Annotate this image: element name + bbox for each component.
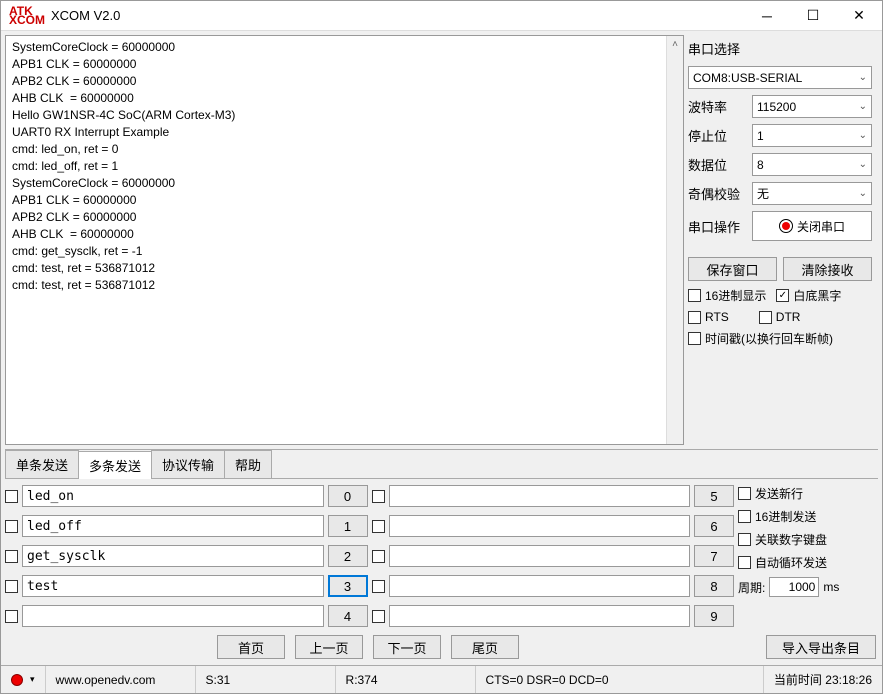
send-slot-button-2[interactable]: 2 bbox=[328, 545, 368, 567]
baud-select[interactable]: 115200⌄ bbox=[752, 95, 872, 118]
record-status-icon bbox=[11, 674, 23, 686]
serial-section-title: 串口选择 bbox=[688, 39, 872, 58]
tab-multi-send[interactable]: 多条发送 bbox=[78, 451, 152, 479]
send-slot-button-3[interactable]: 3 bbox=[328, 575, 368, 597]
send-row-checkbox[interactable] bbox=[372, 550, 385, 563]
save-window-button[interactable]: 保存窗口 bbox=[688, 257, 777, 281]
scroll-up-icon[interactable]: ˄ bbox=[667, 36, 683, 53]
send-slot-button-8[interactable]: 8 bbox=[694, 575, 734, 597]
minimize-button[interactable]: ─ bbox=[744, 1, 790, 31]
send-text-input[interactable] bbox=[22, 545, 324, 567]
send-row-checkbox[interactable] bbox=[372, 580, 385, 593]
send-slot-button-4[interactable]: 4 bbox=[328, 605, 368, 627]
tab-single-send[interactable]: 单条发送 bbox=[5, 450, 79, 478]
terminal-output[interactable]: SystemCoreClock = 60000000 APB1 CLK = 60… bbox=[5, 35, 684, 445]
maximize-button[interactable]: ☐ bbox=[790, 1, 836, 31]
period-label: 周期: bbox=[738, 579, 765, 596]
data-label: 数据位 bbox=[688, 155, 744, 174]
period-input[interactable] bbox=[769, 577, 819, 597]
record-icon bbox=[779, 219, 793, 233]
send-text-input[interactable] bbox=[389, 605, 691, 627]
send-slot-button-5[interactable]: 5 bbox=[694, 485, 734, 507]
timestamp-checkbox[interactable] bbox=[688, 332, 701, 345]
app-logo: ATKXCOM bbox=[9, 7, 45, 25]
send-row-checkbox[interactable] bbox=[5, 490, 18, 503]
send-slot-button-9[interactable]: 9 bbox=[694, 605, 734, 627]
chevron-down-icon: ⌄ bbox=[859, 72, 867, 83]
tab-protocol[interactable]: 协议传输 bbox=[151, 450, 225, 478]
status-sent: S:31 bbox=[196, 666, 336, 693]
send-text-input[interactable] bbox=[22, 605, 324, 627]
toggle-port-button[interactable]: 关闭串口 bbox=[752, 211, 872, 241]
send-text-input[interactable] bbox=[389, 515, 691, 537]
last-page-button[interactable]: 尾页 bbox=[451, 635, 519, 659]
send-row-checkbox[interactable] bbox=[5, 610, 18, 623]
dropdown-icon[interactable]: ▾ bbox=[30, 674, 35, 685]
parity-select[interactable]: 无⌄ bbox=[752, 182, 872, 205]
send-text-input[interactable] bbox=[22, 485, 324, 507]
window-title: XCOM V2.0 bbox=[51, 8, 744, 23]
op-label: 串口操作 bbox=[688, 217, 744, 236]
next-page-button[interactable]: 下一页 bbox=[373, 635, 441, 659]
send-row-checkbox[interactable] bbox=[372, 610, 385, 623]
send-text-input[interactable] bbox=[389, 575, 691, 597]
send-row-checkbox[interactable] bbox=[5, 520, 18, 533]
rts-checkbox[interactable] bbox=[688, 311, 701, 324]
loop-checkbox[interactable] bbox=[738, 556, 751, 569]
chevron-down-icon: ⌄ bbox=[859, 188, 867, 199]
chevron-down-icon: ⌄ bbox=[859, 101, 867, 112]
stop-label: 停止位 bbox=[688, 126, 744, 145]
close-button[interactable]: ✕ bbox=[836, 1, 882, 31]
send-slot-button-6[interactable]: 6 bbox=[694, 515, 734, 537]
status-time: 23:18:26 bbox=[825, 673, 872, 687]
port-select[interactable]: COM8:USB-SERIAL ⌄ bbox=[688, 66, 872, 89]
send-text-input[interactable] bbox=[389, 545, 691, 567]
baud-label: 波特率 bbox=[688, 97, 744, 116]
chevron-down-icon: ⌄ bbox=[859, 159, 867, 170]
send-text-input[interactable] bbox=[22, 575, 324, 597]
hex-display-checkbox[interactable] bbox=[688, 289, 701, 302]
chevron-down-icon: ⌄ bbox=[859, 130, 867, 141]
prev-page-button[interactable]: 上一页 bbox=[295, 635, 363, 659]
send-newline-checkbox[interactable] bbox=[738, 487, 751, 500]
status-signals: CTS=0 DSR=0 DCD=0 bbox=[476, 666, 764, 693]
send-slot-button-7[interactable]: 7 bbox=[694, 545, 734, 567]
status-recv: R:374 bbox=[336, 666, 476, 693]
send-row-checkbox[interactable] bbox=[372, 520, 385, 533]
send-text-input[interactable] bbox=[22, 515, 324, 537]
dtr-checkbox[interactable] bbox=[759, 311, 772, 324]
data-select[interactable]: 8⌄ bbox=[752, 153, 872, 176]
scrollbar[interactable]: ˄ bbox=[666, 36, 683, 444]
send-row-checkbox[interactable] bbox=[372, 490, 385, 503]
first-page-button[interactable]: 首页 bbox=[217, 635, 285, 659]
tab-help[interactable]: 帮助 bbox=[224, 450, 272, 478]
send-text-input[interactable] bbox=[389, 485, 691, 507]
parity-label: 奇偶校验 bbox=[688, 184, 744, 203]
clear-recv-button[interactable]: 清除接收 bbox=[783, 257, 872, 281]
status-url: www.openedv.com bbox=[46, 666, 196, 693]
send-row-checkbox[interactable] bbox=[5, 580, 18, 593]
stop-select[interactable]: 1⌄ bbox=[752, 124, 872, 147]
send-slot-button-1[interactable]: 1 bbox=[328, 515, 368, 537]
numpad-checkbox[interactable] bbox=[738, 533, 751, 546]
send-slot-button-0[interactable]: 0 bbox=[328, 485, 368, 507]
hex-send-checkbox[interactable] bbox=[738, 510, 751, 523]
send-row-checkbox[interactable] bbox=[5, 550, 18, 563]
import-export-button[interactable]: 导入导出条目 bbox=[766, 635, 876, 659]
white-bg-checkbox[interactable]: ✓ bbox=[776, 289, 789, 302]
